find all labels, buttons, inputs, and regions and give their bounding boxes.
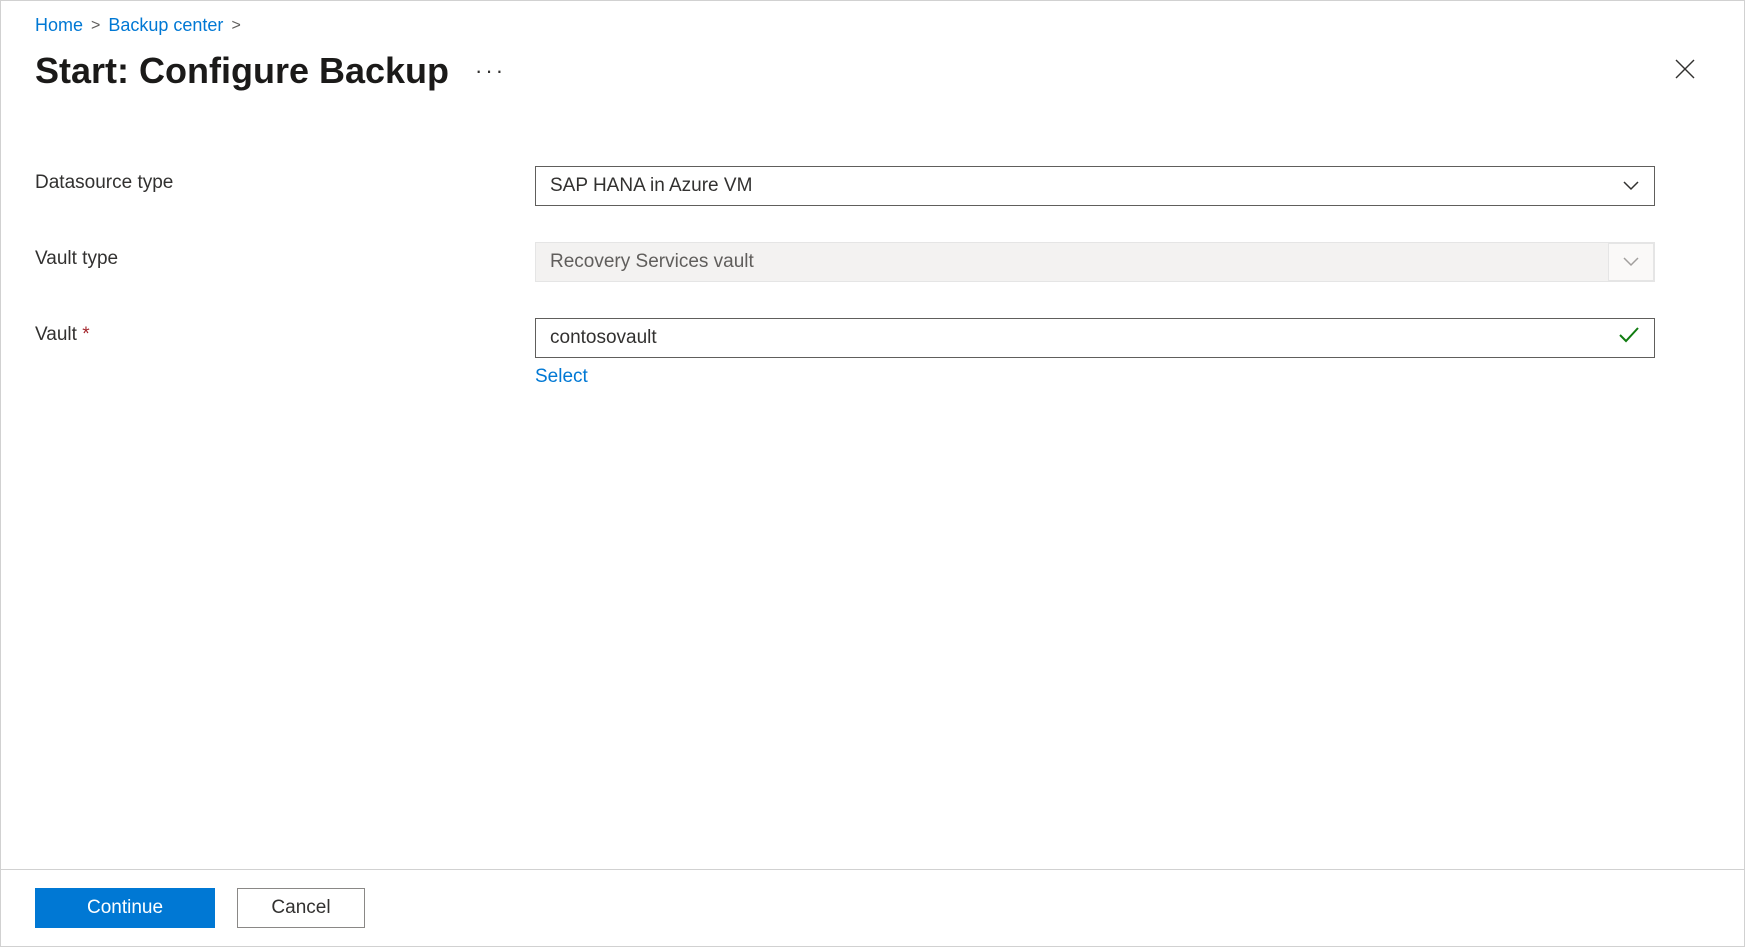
- chevron-down-icon: [1608, 167, 1654, 205]
- cancel-button[interactable]: Cancel: [237, 888, 365, 928]
- more-actions-icon[interactable]: ···: [475, 58, 506, 84]
- close-icon[interactable]: [1670, 54, 1700, 89]
- footer: Continue Cancel: [1, 869, 1744, 946]
- chevron-right-icon: >: [91, 17, 100, 35]
- page-header: Start: Configure Backup ···: [1, 42, 1744, 110]
- vault-input-wrapper: [535, 318, 1655, 358]
- datasource-type-label: Datasource type: [35, 166, 535, 194]
- breadcrumb-backup-center[interactable]: Backup center: [108, 15, 223, 36]
- page-title: Start: Configure Backup: [35, 50, 449, 92]
- vault-type-select: Recovery Services vault: [535, 242, 1655, 282]
- datasource-type-select[interactable]: SAP HANA in Azure VM: [535, 166, 1655, 206]
- chevron-right-icon: >: [231, 17, 240, 35]
- form-area: Datasource type SAP HANA in Azure VM Vau…: [1, 110, 1744, 869]
- vault-type-row: Vault type Recovery Services vault: [35, 242, 1710, 282]
- vault-type-value: Recovery Services vault: [550, 251, 754, 273]
- vault-type-label: Vault type: [35, 242, 535, 270]
- vault-input[interactable]: [550, 327, 1640, 349]
- datasource-type-row: Datasource type SAP HANA in Azure VM: [35, 166, 1710, 206]
- checkmark-icon: [1618, 326, 1640, 350]
- datasource-type-value: SAP HANA in Azure VM: [550, 175, 752, 197]
- vault-row: Vault * Select: [35, 318, 1710, 388]
- breadcrumb-home[interactable]: Home: [35, 15, 83, 36]
- required-asterisk: *: [82, 324, 89, 345]
- vault-select-link[interactable]: Select: [535, 366, 588, 388]
- vault-label: Vault *: [35, 318, 535, 346]
- breadcrumb: Home > Backup center >: [1, 1, 1744, 42]
- continue-button[interactable]: Continue: [35, 888, 215, 928]
- chevron-down-icon: [1608, 243, 1654, 281]
